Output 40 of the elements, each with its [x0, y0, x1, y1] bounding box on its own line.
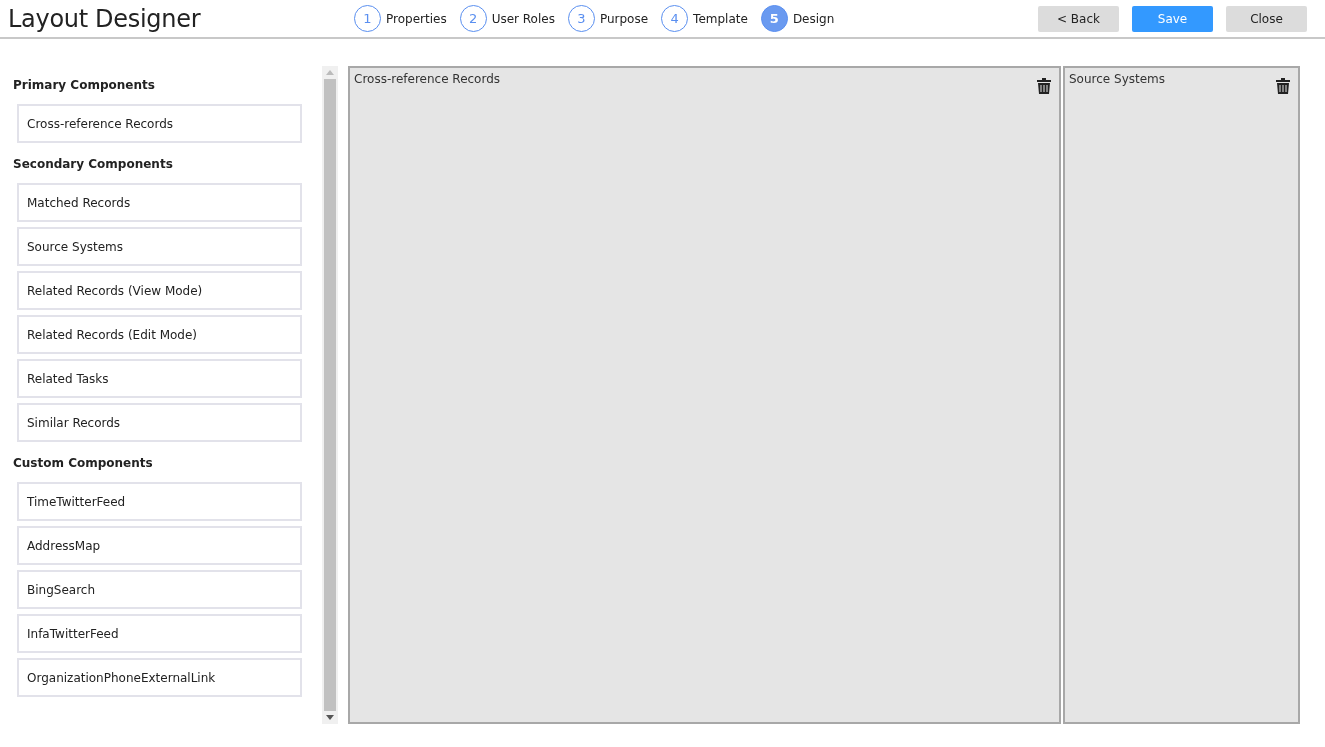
component-item[interactable]: OrganizationPhoneExternalLink [17, 658, 302, 697]
step-number: 3 [567, 5, 595, 32]
wizard-step[interactable]: 2 User Roles [459, 5, 555, 32]
component-item[interactable]: InfaTwitterFeed [17, 614, 302, 653]
scroll-thumb[interactable] [324, 79, 336, 711]
step-label: Design [792, 11, 835, 26]
page-title: Layout Designer [8, 4, 202, 33]
component-item[interactable]: Related Records (Edit Mode) [17, 315, 302, 354]
component-item[interactable]: Related Tasks [17, 359, 302, 398]
component-item[interactable]: TimeTwitterFeed [17, 482, 302, 521]
step-number: 2 [459, 5, 487, 32]
component-item[interactable]: Similar Records [17, 403, 302, 442]
step-number: 1 [354, 5, 381, 32]
panel-title: Source Systems [1069, 72, 1166, 86]
panel-title: Cross-reference Records [354, 72, 501, 86]
step-number: 4 [661, 5, 689, 32]
scrollbar[interactable] [322, 66, 338, 724]
wizard-step[interactable]: 3 Purpose [567, 5, 649, 32]
step-label: Template [693, 11, 748, 26]
action-button[interactable]: Close [1226, 5, 1307, 32]
trash-icon[interactable] [1276, 78, 1290, 94]
component-item[interactable]: AddressMap [17, 526, 302, 565]
wizard-step[interactable]: 5 Design [760, 5, 835, 32]
step-label: Purpose [599, 11, 649, 26]
step-number: 5 [760, 5, 788, 32]
trash-icon[interactable] [1037, 78, 1051, 94]
wizard-step[interactable]: 4 Template [661, 5, 748, 32]
step-label: User Roles [491, 11, 555, 26]
component-item[interactable]: BingSearch [17, 570, 302, 609]
action-button[interactable]: < Back [1038, 5, 1119, 32]
section-heading: Custom Components [13, 456, 154, 470]
step-label: Properties [386, 11, 447, 26]
component-item[interactable]: Cross-reference Records [17, 104, 302, 143]
scroll-down-icon[interactable] [326, 715, 334, 720]
section-heading: Secondary Components [13, 157, 174, 171]
component-item[interactable]: Matched Records [17, 183, 302, 222]
component-item[interactable]: Related Records (View Mode) [17, 271, 302, 310]
wizard-step[interactable]: 1 Properties [354, 5, 447, 32]
section-heading: Primary Components [13, 78, 156, 92]
component-item[interactable]: Source Systems [17, 227, 302, 266]
